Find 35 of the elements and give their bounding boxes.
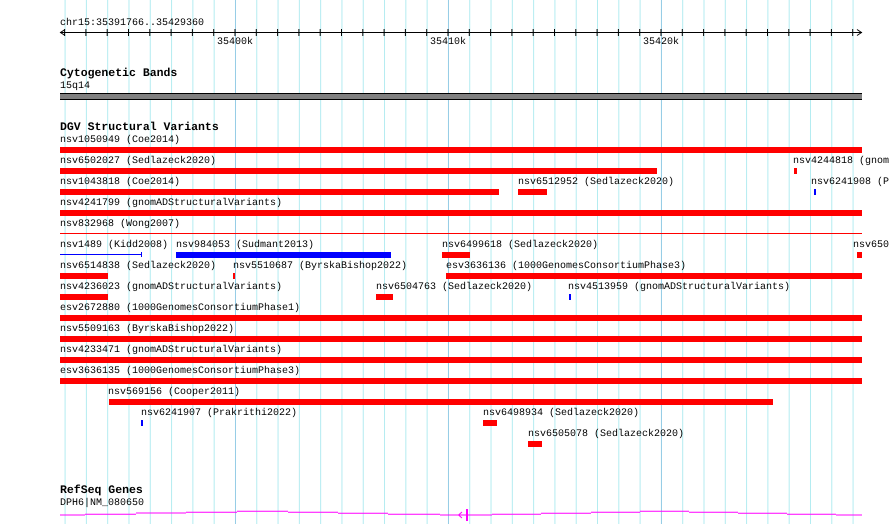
variant-label: nsv4244818 (gnom <box>793 156 890 167</box>
variant-label: nsv6505078 (Sedlazeck2020) <box>528 429 684 440</box>
location-label: chr15:35391766..35429360 <box>60 18 204 29</box>
variant-label: nsv5509163 (ByrskaBishop2022) <box>60 324 234 335</box>
variant-label: nsv1043818 (Coe2014) <box>60 177 180 188</box>
variant-label: nsv6502027 (Sedlazeck2020) <box>60 156 216 167</box>
tick-label: 35420k <box>643 37 679 48</box>
track-title: DGV Structural Variants <box>60 122 219 134</box>
variant-label: esv3636136 (1000GenomesConsortiumPhase3) <box>446 261 686 272</box>
gene-label: DPH6|NM_080650 <box>60 498 144 509</box>
variant-label: nsv6498934 (Sedlazeck2020) <box>483 408 640 419</box>
variant-label: nsv4513959 (gnomADStructuralVariants) <box>568 282 790 293</box>
band-label: 15q14 <box>60 81 90 92</box>
variant-label: nsv1050949 (Coe2014) <box>60 135 180 146</box>
variant-label: nsv5510687 (ByrskaBishop2022) <box>233 261 408 272</box>
tick-label: 35400k <box>217 37 253 48</box>
variant-label: esv3636135 (1000GenomesConsortiumPhase3) <box>60 366 300 377</box>
variant-label: nsv832968 (Wong2007) <box>60 219 180 230</box>
variant-label: nsv4236023 (gnomADStructuralVariants) <box>60 282 282 293</box>
track-title: Cytogenetic Bands <box>60 68 178 80</box>
variant-label: nsv4233471 (gnomADStructuralVariants) <box>60 345 282 356</box>
tick-label: 35410k <box>430 37 466 48</box>
variant-label: nsv6514838 (Sedlazeck2020) <box>60 261 216 272</box>
variant-label: nsv6504763 (Sedlazeck2020) <box>376 282 532 293</box>
variant-label: nsv6241907 (Prakrithi2022) <box>141 408 298 419</box>
variant-label: nsv6241908 (P <box>811 177 890 188</box>
variant-label: nsv6499618 (Sedlazeck2020) <box>442 240 598 251</box>
variant-label: nsv6512952 (Sedlazeck2020) <box>518 177 674 188</box>
track-title: RefSeq Genes <box>60 485 143 497</box>
variant-label: nsv650 <box>853 240 890 251</box>
variant-label: nsv569156 (Cooper2011) <box>108 387 240 398</box>
variant-label: nsv4241799 (gnomADStructuralVariants) <box>60 198 282 209</box>
variant-label: nsv1489 (Kidd2008) <box>60 240 168 251</box>
variant-label: esv2672880 (1000GenomesConsortiumPhase1) <box>60 303 300 314</box>
variant-label: nsv984053 (Sudmant2013) <box>176 240 314 251</box>
